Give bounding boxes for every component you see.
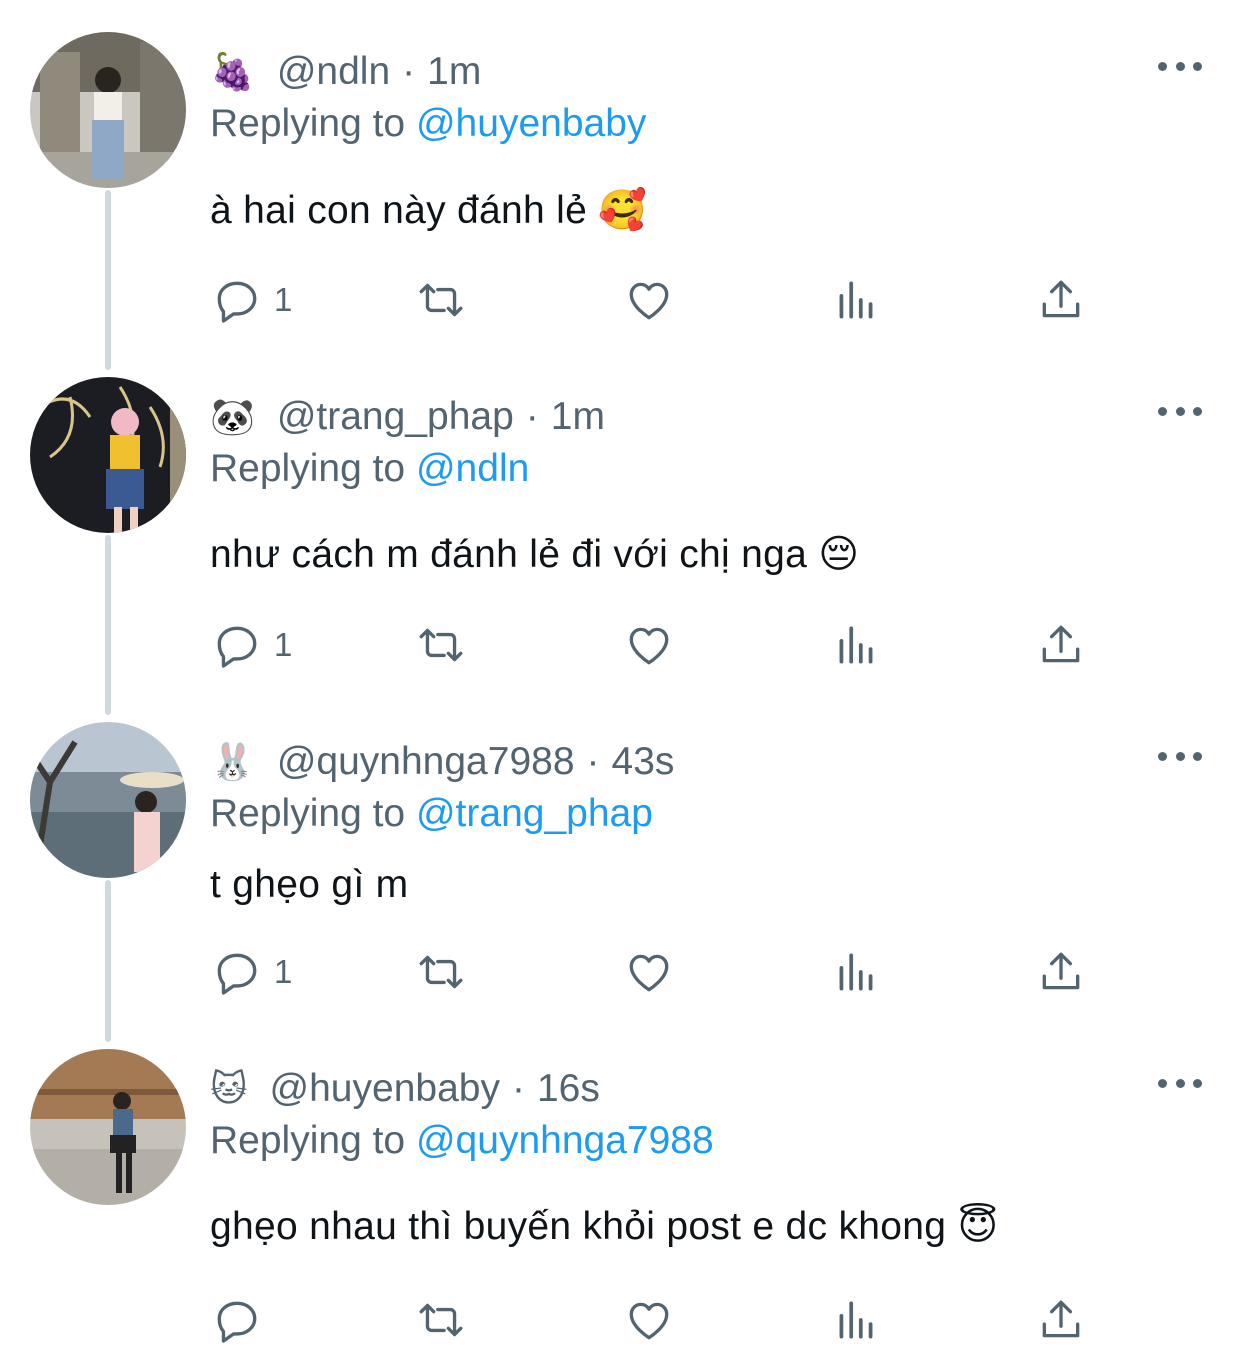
reply-count: 1 [274, 953, 293, 990]
like-icon [629, 627, 669, 665]
tweet-header: 🐰 @quynhnga7988 · 43s [210, 738, 674, 786]
retweet-icon [419, 283, 463, 317]
user-handle[interactable]: @ndln [277, 50, 390, 94]
avatar[interactable] [30, 722, 186, 878]
views-icon [839, 1301, 873, 1339]
like-button[interactable] [624, 270, 674, 330]
user-handle[interactable]: @quynhnga7988 [277, 740, 575, 784]
tweet-header: 🐱 @huyenbaby · 16s [210, 1065, 600, 1113]
retweet-button[interactable] [416, 942, 466, 1002]
retweet-button[interactable] [416, 615, 466, 675]
tweet-text-body: như cách m đánh lẻ đi với chị nga [210, 533, 808, 576]
separator-dot: · [511, 1067, 525, 1110]
replying-to-label: Replying to [210, 1119, 406, 1162]
tweet-text-body: à hai con này đánh lẻ [210, 189, 588, 232]
timestamp[interactable]: 1m [427, 50, 481, 94]
reply-icon [217, 953, 257, 995]
user-handle[interactable]: @huyenbaby [270, 1067, 500, 1111]
like-button[interactable] [624, 1290, 674, 1350]
replying-to-label: Replying to [210, 792, 406, 835]
share-icon [1042, 952, 1080, 990]
replying-to-label: Replying to [210, 447, 406, 490]
separator-dot: · [402, 50, 416, 93]
replying-to: Replying to @trang_phap [210, 792, 653, 836]
action-bar: 1 [0, 615, 1242, 675]
share-button[interactable] [1036, 1290, 1086, 1350]
like-icon [629, 1302, 669, 1340]
action-bar [0, 1290, 1242, 1350]
share-icon [1042, 280, 1080, 318]
avatar[interactable] [30, 377, 186, 533]
tweet-text: t ghẹo gì m [210, 862, 408, 907]
tweet-text-body: t ghẹo gì m [210, 863, 409, 906]
retweet-icon [419, 1303, 463, 1337]
avatar[interactable] [30, 1049, 186, 1205]
retweet-icon [419, 628, 463, 662]
views-icon [839, 953, 873, 991]
share-icon [1042, 1300, 1080, 1338]
reply-button[interactable]: 1 [212, 270, 292, 330]
like-icon [629, 282, 669, 320]
tweet-text: à hai con này đánh lẻ 🥰 [210, 187, 647, 233]
retweet-icon [419, 955, 463, 989]
like-icon [629, 954, 669, 992]
tweet-text-emoji: 😇 [957, 1204, 999, 1249]
display-name-emoji[interactable]: 🍇 [210, 51, 255, 93]
reply-count: 1 [274, 281, 293, 318]
more-icon[interactable] [1158, 1071, 1202, 1095]
share-button[interactable] [1036, 942, 1086, 1002]
tweet-text-emoji: 🥰 [598, 188, 648, 233]
separator-dot: · [586, 740, 600, 783]
display-name-emoji[interactable]: 🐱 [210, 1069, 248, 1110]
timestamp[interactable]: 1m [551, 395, 605, 439]
retweet-button[interactable] [416, 270, 466, 330]
reply-button[interactable]: 1 [212, 615, 292, 675]
timestamp[interactable]: 43s [612, 740, 675, 784]
replying-to-label: Replying to [210, 102, 406, 145]
replying-to-mention[interactable]: @quynhnga7988 [416, 1119, 714, 1162]
tweet-text: ghẹo nhau thì buyến khỏi post e dc khong… [210, 1204, 998, 1249]
views-icon [839, 626, 873, 664]
reply-button[interactable]: 1 [212, 942, 292, 1002]
display-name-emoji[interactable]: 🐼 [210, 396, 255, 438]
user-handle[interactable]: @trang_phap [277, 395, 514, 439]
like-button[interactable] [624, 942, 674, 1002]
more-icon[interactable] [1158, 54, 1202, 78]
tweet-header: 🍇 @ndln · 1m [210, 48, 481, 96]
reply-icon [217, 1301, 257, 1343]
avatar[interactable] [30, 32, 186, 188]
replying-to-mention[interactable]: @huyenbaby [416, 102, 646, 145]
reply-count: 1 [274, 626, 293, 663]
reply-thread: 🍇 @ndln · 1m Replying to @huyenbaby à ha… [0, 0, 1242, 1362]
replying-to: Replying to @huyenbaby [210, 102, 646, 146]
timestamp[interactable]: 16s [537, 1067, 600, 1111]
tweet-text-body: ghẹo nhau thì buyến khỏi post e dc khong [210, 1205, 947, 1248]
tweet-text-emoji: 😔 [818, 532, 860, 577]
reply-icon [217, 626, 257, 668]
tweet-text: như cách m đánh lẻ đi với chị nga 😔 [210, 532, 859, 577]
retweet-button[interactable] [416, 1290, 466, 1350]
views-icon [839, 281, 873, 319]
share-button[interactable] [1036, 270, 1086, 330]
display-name-emoji[interactable]: 🐰 [210, 741, 255, 783]
separator-dot: · [525, 395, 539, 438]
action-bar: 1 [0, 270, 1242, 330]
replying-to-mention[interactable]: @ndln [416, 447, 529, 490]
share-icon [1042, 625, 1080, 663]
views-button[interactable] [831, 1290, 881, 1350]
more-icon[interactable] [1158, 744, 1202, 768]
reply-icon [217, 281, 257, 323]
views-button[interactable] [831, 615, 881, 675]
replying-to: Replying to @ndln [210, 447, 529, 491]
reply-button[interactable] [212, 1290, 274, 1350]
replying-to: Replying to @quynhnga7988 [210, 1119, 714, 1163]
views-button[interactable] [831, 942, 881, 1002]
more-icon[interactable] [1158, 399, 1202, 423]
like-button[interactable] [624, 615, 674, 675]
views-button[interactable] [831, 270, 881, 330]
tweet-header: 🐼 @trang_phap · 1m [210, 393, 605, 441]
share-button[interactable] [1036, 615, 1086, 675]
replying-to-mention[interactable]: @trang_phap [416, 792, 653, 835]
action-bar: 1 [0, 942, 1242, 1002]
